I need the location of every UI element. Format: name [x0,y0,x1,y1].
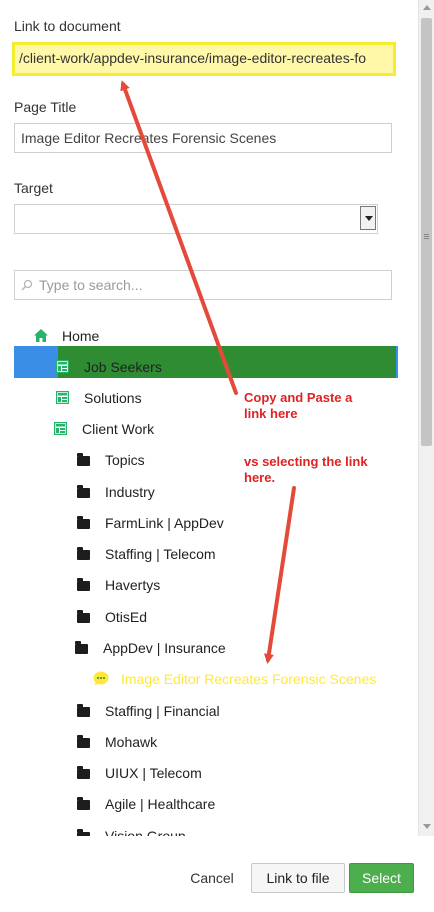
select-button[interactable]: Select [349,863,414,893]
annotation-arrows [120,80,296,664]
annotation-copy-paste: Copy and Paste a link here [244,390,353,421]
arrow-to-selected-item [263,486,296,664]
annotation-vs-selecting: vs selecting the link here. [244,454,368,485]
link-to-file-button[interactable]: Link to file [251,863,345,893]
cancel-button[interactable]: Cancel [182,863,242,893]
arrow-to-link-field [120,80,238,395]
